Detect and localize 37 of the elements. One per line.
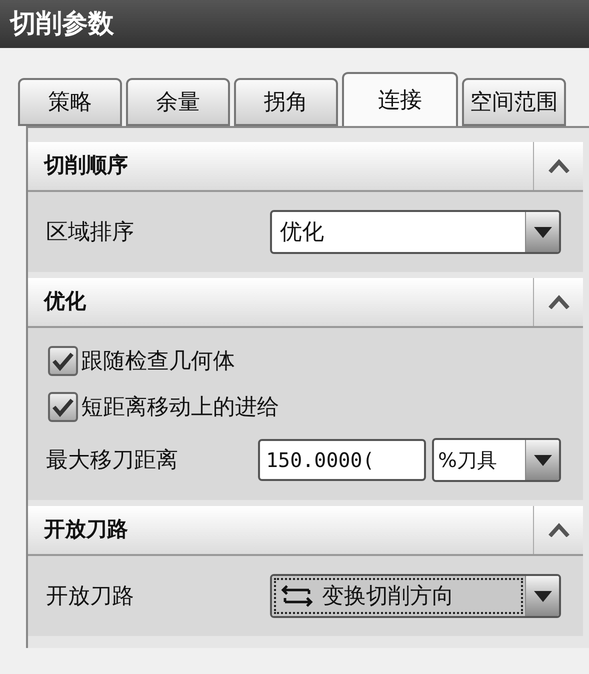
distance-input[interactable]: 150.0000( [258, 439, 426, 481]
dropdown-value: 变换切削方向 [322, 582, 454, 610]
dropdown-button[interactable] [525, 212, 559, 252]
tab[interactable]: 余量 [126, 78, 230, 126]
section-title: 开放刀路 [42, 516, 129, 544]
dropdown-value: %刀具 [437, 447, 498, 474]
chevron-up-icon[interactable] [548, 523, 570, 537]
unit-dropdown[interactable]: %刀具 [432, 438, 561, 482]
tab[interactable]: 连接 [342, 72, 458, 126]
caret-down-icon [532, 225, 552, 239]
tab[interactable]: 策略 [18, 78, 122, 126]
checkmark-icon [52, 351, 74, 371]
chevron-up-icon[interactable] [548, 159, 570, 173]
checkbox-label: 跟随检查几何体 [81, 348, 235, 376]
checkbox-label: 短距离移动上的进给 [81, 394, 279, 422]
window-title: 切削参数 [10, 8, 114, 40]
dropdown-value: 优化 [280, 218, 324, 246]
field-label: 开放刀路 [46, 582, 135, 610]
tab[interactable]: 拐角 [234, 78, 338, 126]
dropdown[interactable]: 变换切削方向 [270, 574, 561, 618]
field-label: 区域排序 [46, 218, 135, 246]
caret-down-icon [532, 453, 552, 467]
section-header[interactable]: 切削顺序 [28, 142, 583, 192]
dropdown-button[interactable] [525, 440, 559, 480]
checkmark-icon [52, 397, 74, 417]
tab[interactable]: 空间范围 [462, 78, 566, 126]
chevron-up-icon[interactable] [548, 295, 570, 309]
checkbox[interactable] [48, 346, 78, 376]
section-header[interactable]: 开放刀路 [28, 506, 583, 556]
dropdown-button[interactable] [525, 576, 559, 616]
section-title: 切削顺序 [42, 152, 129, 180]
field-label: 最大移刀距离 [46, 446, 179, 474]
checkbox[interactable] [48, 392, 78, 422]
caret-down-icon [532, 589, 552, 603]
dropdown[interactable]: 优化 [270, 210, 561, 254]
section-title: 优化 [42, 288, 87, 316]
section-header[interactable]: 优化 [28, 278, 583, 328]
